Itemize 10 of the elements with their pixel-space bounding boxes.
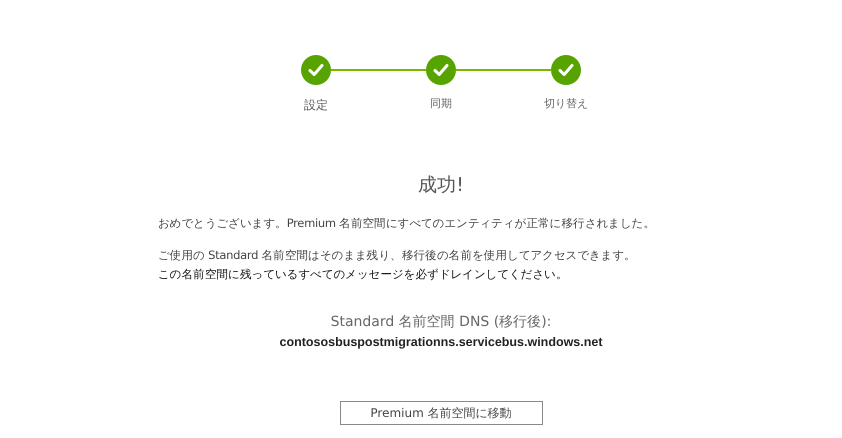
dns-label: Standard 名前空間 DNS (移行後): (330, 312, 552, 332)
go-to-premium-button[interactable]: Premium 名前空間に移動 (340, 401, 542, 426)
dns-value: contososbuspostmigrationns.servicebus.windows.net (280, 334, 602, 351)
success-title: 成功! (418, 173, 464, 198)
step-label: 切り替え (544, 96, 588, 112)
message-text: おめでとうございます。Premium 名前空間にすべてのエンティティが正常に移行されました。 (158, 214, 656, 232)
step-label: 同期 (430, 96, 452, 112)
message-text: ご使用の Standard 名前空間はそのまま残り、移行後の名前を使用してアクセスできます。 (158, 246, 637, 264)
message-text: この名前空間に残っているすべてのメッセージを必ずドレインしてください。 (158, 266, 569, 282)
step-label: 設定 (304, 97, 328, 114)
